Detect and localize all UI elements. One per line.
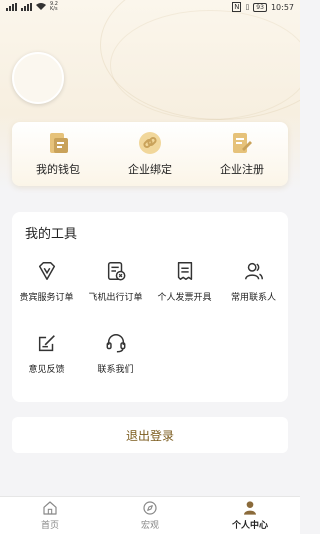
shortcut-wallet[interactable]: 我的钱包 bbox=[18, 131, 98, 177]
flight-order-icon bbox=[107, 262, 125, 281]
vibrate-icon: ▯ bbox=[245, 3, 250, 11]
contacts-icon bbox=[244, 262, 263, 280]
shortcut-enterprise-register[interactable]: 企业注册 bbox=[202, 131, 282, 177]
tools-card: 我的工具 贵宾服务订单 飞机出行订单 个人发票开具 常用联系人 意见反馈 联系我… bbox=[12, 212, 288, 402]
clock: 10:57 bbox=[270, 2, 294, 12]
tool-vip-orders[interactable]: 贵宾服务订单 bbox=[12, 260, 81, 320]
battery-icon: 93 bbox=[253, 2, 267, 12]
tool-label: 个人发票开具 bbox=[157, 293, 212, 303]
tool-flight-orders[interactable]: 飞机出行订单 bbox=[81, 260, 150, 320]
tool-contact-us[interactable]: 联系我们 bbox=[81, 332, 150, 392]
shortcut-label: 我的钱包 bbox=[36, 163, 80, 176]
tool-feedback[interactable]: 意见反馈 bbox=[12, 332, 81, 392]
feedback-icon bbox=[38, 335, 55, 352]
home-icon bbox=[43, 501, 57, 515]
net-speed: 9.2 K/s bbox=[50, 1, 58, 12]
signal-icon bbox=[21, 3, 32, 11]
compass-icon bbox=[143, 501, 157, 515]
shortcut-card: 我的钱包 企业绑定 企业注册 bbox=[12, 122, 288, 186]
register-icon bbox=[233, 133, 252, 153]
shortcut-enterprise-bind[interactable]: 企业绑定 bbox=[110, 131, 190, 177]
wallet-icon bbox=[50, 133, 68, 153]
status-bar: 9.2 K/s N ▯ 93 10:57 bbox=[0, 0, 300, 14]
logout-button[interactable]: 退出登录 bbox=[12, 417, 288, 453]
tool-label: 意见反馈 bbox=[28, 365, 65, 375]
wifi-icon bbox=[36, 2, 46, 12]
tool-label: 联系我们 bbox=[97, 365, 134, 375]
tools-title: 我的工具 bbox=[25, 227, 78, 242]
bottom-tab-bar: 首页 宏观 个人中心 bbox=[0, 496, 300, 534]
tab-macro[interactable]: 宏观 bbox=[100, 497, 200, 534]
decorative-swirl bbox=[110, 10, 300, 120]
avatar[interactable] bbox=[12, 52, 64, 104]
signal-icon bbox=[6, 3, 17, 11]
invoice-icon bbox=[177, 262, 192, 280]
tab-profile[interactable]: 个人中心 bbox=[200, 497, 300, 534]
tool-label: 常用联系人 bbox=[230, 293, 276, 303]
nfc-icon: N bbox=[232, 2, 242, 12]
tool-contacts[interactable]: 常用联系人 bbox=[219, 260, 288, 320]
tab-label: 首页 bbox=[40, 521, 59, 531]
user-icon bbox=[244, 501, 256, 515]
tool-label: 贵宾服务订单 bbox=[19, 293, 74, 303]
shortcut-label: 企业注册 bbox=[220, 163, 264, 176]
tool-label: 飞机出行订单 bbox=[88, 293, 143, 303]
tab-label: 个人中心 bbox=[231, 521, 268, 531]
vip-icon bbox=[38, 262, 55, 280]
tool-invoice[interactable]: 个人发票开具 bbox=[150, 260, 219, 320]
tab-home[interactable]: 首页 bbox=[0, 497, 100, 534]
shortcut-label: 企业绑定 bbox=[128, 163, 172, 176]
link-icon bbox=[139, 132, 161, 154]
headset-icon bbox=[106, 334, 125, 353]
tab-label: 宏观 bbox=[140, 521, 159, 531]
